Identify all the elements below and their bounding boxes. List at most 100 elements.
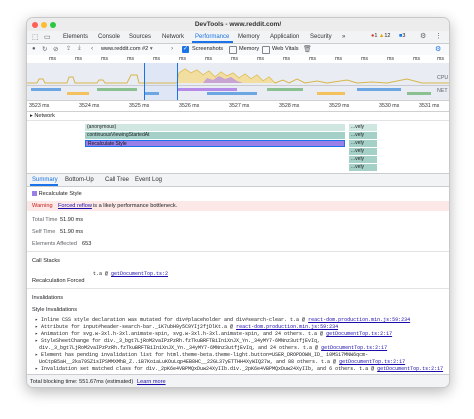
learn-more-link[interactable]: Learn more (137, 379, 166, 385)
stack-source-link[interactable]: getDocumentTop.ts:2 (111, 271, 168, 277)
invalidation-text: Invalidation set matched class for div._… (41, 366, 375, 372)
record-icon[interactable]: ● (32, 46, 36, 52)
flame-bar-tail[interactable]: ...vely (349, 140, 377, 147)
capture-settings-gear-icon[interactable]: ⚙ (435, 45, 441, 53)
invalidation-source-link[interactable]: getDocumentTop.ts:2:17 (377, 366, 443, 372)
recalculation-forced-label: Recalculation Forced (32, 278, 85, 284)
invalidation-item[interactable]: ▸ Attribute for input#header-search-bar.… (35, 324, 338, 330)
timeline-tick: 3523 ms (29, 103, 50, 109)
flame-bar-tail[interactable]: ...vely (349, 124, 377, 131)
more-options-icon[interactable]: ⋮ (435, 32, 442, 40)
flame-bar-continuous-viewing[interactable]: continuousViewingStartedAt (85, 132, 345, 139)
download-profile-icon[interactable]: ⤓ (78, 45, 81, 52)
timeline-ruler: 3523 ms 3524 ms 3525 ms 3526 ms 3527 ms … (27, 101, 449, 112)
overview-tick: ms (75, 56, 83, 62)
flame-chart[interactable]: ▸ Network (anonymous) continuousViewingS… (27, 112, 449, 174)
messages-badge[interactable]: ■3 (399, 33, 405, 39)
invalidations-heading: Invalidations (32, 295, 64, 301)
network-track-label: Network (34, 113, 55, 119)
next-recording-icon[interactable]: › (171, 45, 173, 52)
invalidation-source-link[interactable]: react-dom.production.min.js:59:234 (308, 317, 410, 323)
flame-bar-tail[interactable]: ...vely (349, 156, 377, 163)
invalidation-source-link[interactable]: getDocumentTop.ts:2:17 (339, 359, 405, 365)
upload-profile-icon[interactable]: ⇪ (66, 45, 71, 52)
timeline-tick: 3524 ms (79, 103, 100, 109)
tab-sources[interactable]: Sources (129, 34, 151, 40)
style-invalidations-heading: Style Invalidations (32, 307, 78, 313)
recalculate-style-swatch (32, 191, 37, 197)
overview-tick: ms (49, 56, 57, 62)
web-vitals-checkbox[interactable] (262, 45, 270, 54)
screenshots-checkbox[interactable]: ✓ (182, 45, 189, 53)
device-toolbar-icon[interactable]: ▭ (44, 33, 51, 41)
warning-count: 12 (384, 33, 391, 39)
tab-security[interactable]: Security (310, 34, 332, 40)
cpu-lane-label: CPU (437, 75, 449, 81)
invalidation-source-link[interactable]: getDocumentTop.ts:2:17 (326, 331, 392, 337)
summary-title: Recalculate Style (32, 191, 82, 197)
tab-call-tree[interactable]: Call Tree (105, 177, 129, 183)
invalidation-item[interactable]: ▸ Element has pending invalidation list … (35, 352, 368, 358)
tab-network[interactable]: Network (162, 34, 184, 40)
overview-tick: ms (257, 56, 265, 62)
memory-checkbox[interactable] (229, 45, 237, 54)
issues-badge[interactable]: ●1 ▲12 (371, 33, 391, 39)
invalidation-source-link[interactable]: react-dom.production.min.js:59:234 (236, 324, 338, 330)
invalidation-item[interactable]: ▸ StyleSheetChange for div._3_bgt7LjRoM2… (35, 338, 320, 344)
overview-tick: ms (387, 56, 395, 62)
stack-function-name: t.a @ (93, 271, 109, 277)
overview-tick: ms (361, 56, 369, 62)
tab-elements[interactable]: Elements (63, 34, 88, 40)
window-title: DevTools - www.reddit.com/ (194, 20, 282, 28)
tab-bottom-up[interactable]: Bottom-Up (65, 177, 94, 183)
flame-bar-tail[interactable]: ...vely (349, 164, 377, 171)
garbage-collect-icon[interactable]: 🗑 (303, 45, 312, 53)
details-tab-bar: Summary Bottom-Up Call Tree Event Log (27, 174, 449, 187)
overview-tick: ms (413, 56, 421, 62)
invalidation-item[interactable]: ▸ Animation for svg.w-3xl.h-3xl.animate-… (35, 331, 392, 337)
tab-memory[interactable]: Memory (238, 34, 260, 40)
overview-tick: ms (205, 56, 213, 62)
overview-tick: ms (231, 56, 239, 62)
flame-bar-tail[interactable]: ...vely (349, 148, 377, 155)
summary-panel: Recalculate Style Warning Forced reflow … (27, 187, 449, 374)
warning-text: is a likely performance bottleneck. (93, 203, 178, 209)
title-bar: DevTools - www.reddit.com/ (27, 18, 449, 32)
tab-application[interactable]: Application (270, 34, 299, 40)
clear-icon[interactable]: ⊘ (53, 45, 58, 53)
settings-gear-icon[interactable]: ⚙ (420, 32, 426, 40)
more-tabs-button[interactable]: » (342, 34, 345, 40)
recording-select[interactable]: www.reddit.com #2 ▾ (101, 46, 153, 52)
network-track-toggle[interactable]: ▸ Network (30, 113, 55, 119)
tab-summary[interactable]: Summary (32, 177, 58, 183)
self-time-label: Self Time (32, 229, 56, 235)
tab-console[interactable]: Console (98, 34, 120, 40)
timeline-tick: 3529 ms (329, 103, 350, 109)
tab-event-log[interactable]: Event Log (135, 177, 162, 183)
forced-reflow-link[interactable]: Forced reflow (58, 203, 92, 209)
screenshots-label: Screenshots (192, 46, 224, 52)
timeline-overview[interactable]: CPU NET (27, 63, 449, 101)
track-divider (27, 120, 449, 121)
net-lane-label: NET (437, 88, 448, 94)
status-bar: Total blocking time: 551.67ms (estimated… (27, 374, 449, 387)
elements-affected-value: 653 (82, 241, 92, 247)
flame-bar-anonymous[interactable]: (anonymous) (85, 124, 345, 131)
flame-bar-recalculate-style[interactable]: Recalculate Style (85, 140, 345, 147)
tab-performance[interactable]: Performance (195, 34, 229, 40)
overview-tick: ms (335, 56, 343, 62)
reload-record-icon[interactable]: ↻ (42, 45, 47, 53)
invalidation-text: StyleSheetChange for div._3_bgt7LjRoM2va… (41, 338, 321, 344)
invalidation-text: Element has pending invalidation list fo… (41, 352, 369, 358)
previous-recording-icon[interactable]: ‹ (91, 45, 93, 52)
invalidation-item[interactable]: ▸ Invalidation set matched class for div… (35, 366, 443, 372)
invalidation-source-link[interactable]: getDocumentTop.ts:2:17 (321, 345, 387, 351)
total-time-value: 51.90 ms (60, 217, 84, 223)
inspect-element-icon[interactable]: ⬚ (32, 33, 39, 41)
main-tab-bar: ⬚ ▭ Elements Console Sources Network Per… (27, 31, 449, 44)
cpu-activity-chart (27, 63, 449, 100)
section-divider (27, 251, 449, 252)
invalidation-item[interactable]: ▸ Inline CSS style declaration was mutat… (35, 317, 410, 323)
flame-bar-tail[interactable]: ...vely (349, 132, 377, 139)
invalidation-item-continued: div._3_bgt7LjRoM2vaIPzPzRh.fzTkuBRFTBiIn… (39, 345, 387, 351)
